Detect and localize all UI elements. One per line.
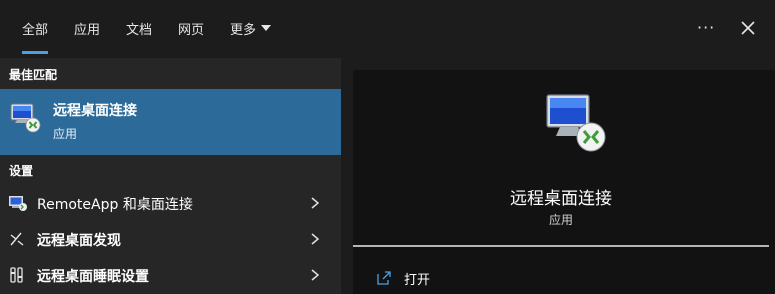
search-tab-bar: 全部 应用 文档 网页 更多 ··· bbox=[0, 0, 775, 58]
results-pane: 最佳匹配 远程桌面连接 应用 设置 RemoteApp 和桌面连接 远程桌面发现… bbox=[0, 58, 341, 294]
detail-pane: 远程桌面连接 应用 打开 bbox=[341, 58, 775, 294]
remoteapp-icon bbox=[9, 196, 27, 211]
close-icon[interactable] bbox=[740, 20, 756, 36]
sleep-settings-icon bbox=[10, 267, 23, 283]
tab-more[interactable]: 更多 bbox=[230, 0, 272, 56]
best-match-title: 远程桌面连接 bbox=[53, 103, 137, 119]
tab-web-label: 网页 bbox=[178, 22, 205, 38]
remote-desktop-icon bbox=[10, 103, 41, 133]
divider bbox=[353, 245, 769, 247]
tab-documents-label: 文档 bbox=[126, 22, 153, 38]
tab-all[interactable]: 全部 bbox=[22, 0, 49, 56]
settings-item-sleep-settings[interactable]: 远程桌面睡眠设置 bbox=[0, 257, 341, 293]
chevron-down-icon bbox=[261, 25, 272, 31]
settings-item-remote-discovery[interactable]: 远程桌面发现 bbox=[0, 221, 341, 257]
remote-desktop-discovery-icon bbox=[10, 232, 24, 246]
chevron-right-icon bbox=[311, 233, 320, 245]
open-icon bbox=[377, 271, 391, 285]
settings-item-sleep-settings-label: 远程桌面睡眠设置 bbox=[37, 269, 149, 285]
best-match-subtitle: 应用 bbox=[53, 127, 78, 141]
tab-web[interactable]: 网页 bbox=[178, 0, 204, 56]
open-button[interactable]: 打开 bbox=[376, 267, 430, 289]
open-button-label: 打开 bbox=[404, 272, 431, 288]
tab-apps-label: 应用 bbox=[74, 22, 101, 38]
app-detail-card: 远程桌面连接 应用 打开 bbox=[353, 70, 775, 294]
chevron-right-icon bbox=[311, 269, 320, 281]
best-match-item[interactable]: 远程桌面连接 应用 bbox=[0, 89, 341, 155]
tab-documents[interactable]: 文档 bbox=[126, 0, 152, 56]
settings-item-remoteapp-label: RemoteApp 和桌面连接 bbox=[37, 197, 193, 213]
remote-desktop-icon bbox=[546, 94, 606, 152]
chevron-right-icon bbox=[311, 197, 320, 209]
tab-apps[interactable]: 应用 bbox=[74, 0, 100, 56]
detail-app-subtitle: 应用 bbox=[548, 213, 573, 227]
tab-more-label: 更多 bbox=[230, 22, 257, 38]
settings-item-remoteapp[interactable]: RemoteApp 和桌面连接 bbox=[0, 185, 341, 221]
detail-app-title: 远程桌面连接 bbox=[510, 189, 612, 209]
ellipsis-icon[interactable]: ··· bbox=[697, 18, 715, 37]
best-match-header: 最佳匹配 bbox=[9, 68, 58, 82]
settings-item-remote-discovery-label: 远程桌面发现 bbox=[37, 233, 121, 249]
settings-header: 设置 bbox=[9, 164, 34, 178]
tab-all-label: 全部 bbox=[22, 22, 49, 38]
